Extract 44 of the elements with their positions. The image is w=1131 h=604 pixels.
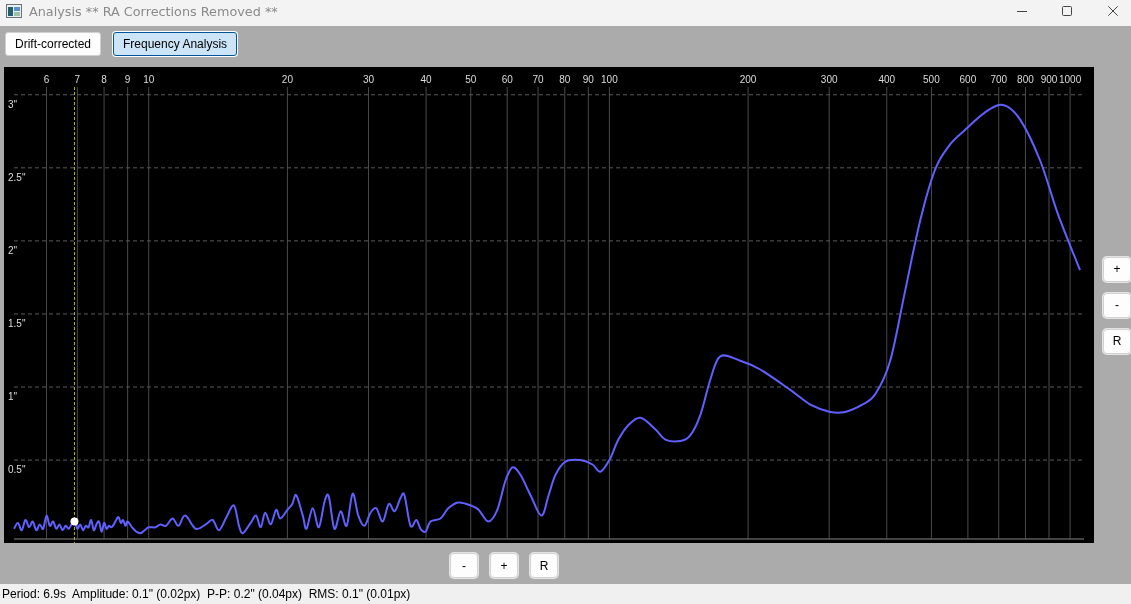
x-scale-button[interactable]: - xyxy=(450,553,478,578)
cursor-dot-icon xyxy=(70,517,79,526)
x-tick-label: 200 xyxy=(739,74,757,85)
y-scale-button[interactable]: R xyxy=(1103,328,1131,354)
x-tick-label: 70 xyxy=(532,74,544,85)
x-tick-label: 10 xyxy=(143,74,155,85)
y-tick-label: 2.5" xyxy=(8,171,26,183)
x-tick-label: 20 xyxy=(281,74,293,85)
y-tick-label: 1" xyxy=(8,391,18,402)
x-tick-label: 700 xyxy=(990,74,1008,85)
x-tick-label: 400 xyxy=(878,74,896,85)
y-scale-button[interactable]: + xyxy=(1103,256,1131,282)
y-tick-label: 3" xyxy=(8,98,18,110)
tab[interactable]: Drift-corrected xyxy=(5,32,101,56)
minimize-icon[interactable] xyxy=(1017,10,1027,12)
x-tick-label: 6 xyxy=(43,74,50,85)
x-tick-label: 500 xyxy=(923,74,940,85)
x-tick-label: 50 xyxy=(465,74,477,85)
tab[interactable]: Frequency Analysis xyxy=(113,32,238,56)
y-scale-button[interactable]: - xyxy=(1103,292,1131,318)
close-icon[interactable] xyxy=(1108,6,1118,16)
x-tick-label: 900 xyxy=(1040,74,1058,85)
x-tick-label: 60 xyxy=(501,74,513,85)
x-tick-label: 300 xyxy=(820,74,838,85)
x-tick-label: 90 xyxy=(582,74,594,85)
app-icon xyxy=(6,4,22,18)
x-tick-label: 100 xyxy=(601,74,618,85)
status-text: Period: 6.9s Amplitude: 0.1" (0.02px) P-P: 0.2" (0.04px) RMS: 0.1" (0.01px) xyxy=(2,587,411,601)
x-tick-label: 40 xyxy=(420,74,432,85)
x-tick-label: 8 xyxy=(101,74,107,85)
x-tick-label: 600 xyxy=(959,74,977,85)
window-title: Analysis ** RA Corrections Removed ** xyxy=(29,3,278,19)
x-tick-label: 800 xyxy=(1017,74,1034,85)
x-scale-button[interactable]: R xyxy=(530,553,558,578)
y-tick-label: 1.5" xyxy=(8,317,26,329)
maximize-icon[interactable] xyxy=(1062,6,1072,16)
x-scale-button[interactable]: + xyxy=(490,553,518,578)
x-tick-label: 9 xyxy=(124,74,131,85)
x-tick-label: 1000 xyxy=(1058,74,1082,85)
y-tick-label: 2" xyxy=(8,244,18,256)
y-tick-label: 0.5" xyxy=(8,464,26,476)
x-tick-label: 7 xyxy=(74,74,81,85)
x-tick-label: 30 xyxy=(362,74,375,85)
x-tick-label: 80 xyxy=(559,74,571,85)
